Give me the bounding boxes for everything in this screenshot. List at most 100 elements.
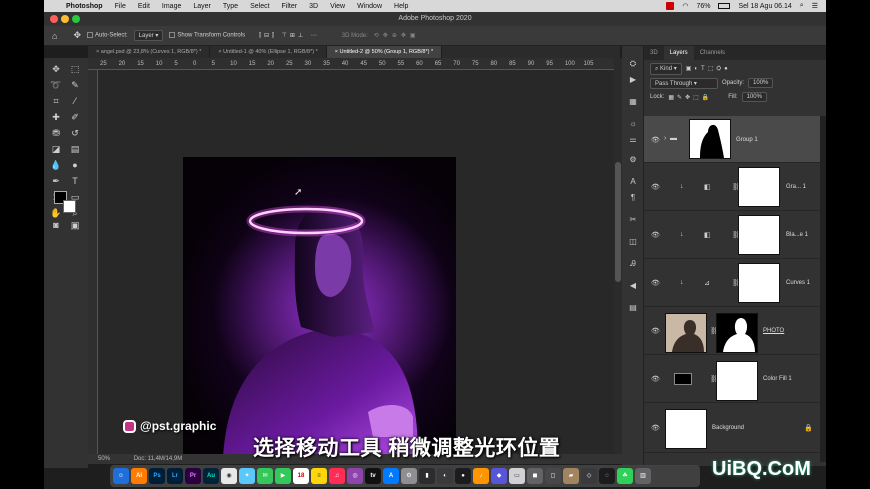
visibility-eye-icon[interactable]: 👁 <box>651 424 660 432</box>
dodge-tool-icon[interactable]: ● <box>68 158 82 172</box>
layer-name[interactable]: Group 1 <box>736 137 758 143</box>
crop-tool-icon[interactable]: ⌗ <box>49 94 63 108</box>
move-tool-icon[interactable]: ✥ <box>49 62 63 76</box>
quick-select-tool-icon[interactable]: ✎ <box>68 78 82 92</box>
actions-panel-icon[interactable]: ▶ <box>627 74 639 86</box>
menu-app-name[interactable]: Photoshop <box>60 3 109 10</box>
menubar-clock[interactable]: Sel 18 Agu 06.14 <box>738 3 791 10</box>
menu-edit[interactable]: Edit <box>132 3 156 10</box>
marquee-tool-icon[interactable]: ⬚ <box>68 62 82 76</box>
menu-image[interactable]: Image <box>156 3 187 10</box>
lightroom-icon[interactable]: Lr <box>167 468 183 484</box>
app-icon-22[interactable]: ◆ <box>491 468 507 484</box>
photo-thumbnail[interactable] <box>665 313 707 353</box>
healing-brush-icon[interactable]: ✚ <box>49 110 63 124</box>
align-icons[interactable]: ⫿⊟⫿ ⊤⊞⊥ ⋯ <box>259 32 320 40</box>
app-store-icon[interactable]: A <box>383 468 399 484</box>
chevron-right-icon[interactable]: › <box>664 135 666 142</box>
tab-3d[interactable]: 3D <box>644 46 664 60</box>
background-color-swatch[interactable] <box>63 200 76 213</box>
control-center-icon[interactable]: ☰ <box>812 2 818 10</box>
type-tool-icon[interactable]: T <box>68 174 82 188</box>
layer-row-black-white[interactable]: 👁 ↓ ◧ ⛓ Bla...e 1 <box>644 211 820 259</box>
eyedropper-tool-icon[interactable]: ⁄ <box>68 94 82 108</box>
app-icon-19[interactable]: ◐ <box>437 468 453 484</box>
menu-3d[interactable]: 3D <box>303 3 324 10</box>
layers-scrollbar[interactable] <box>820 116 826 462</box>
transform-controls-checkbox[interactable]: Show Transform Controls <box>169 32 245 39</box>
doc-size[interactable]: Doc: 11,4M/14,9M <box>134 456 183 462</box>
premiere-icon[interactable]: Pr <box>185 468 201 484</box>
gradient-tool-icon[interactable]: ▤ <box>68 142 82 156</box>
terminal-icon[interactable]: ▮ <box>419 468 435 484</box>
safari-icon[interactable]: ✦ <box>239 468 255 484</box>
layer-name[interactable]: PHOTO <box>763 328 784 334</box>
visibility-eye-icon[interactable]: 👁 <box>651 327 660 335</box>
menu-help[interactable]: Help <box>388 3 414 10</box>
app-icon-30[interactable]: ▥ <box>635 468 651 484</box>
sound-panel-icon[interactable]: ◀ <box>627 280 639 292</box>
messages-icon[interactable]: ✉ <box>257 468 273 484</box>
wifi-icon[interactable]: ◠ <box>682 2 688 10</box>
menu-type[interactable]: Type <box>217 3 244 10</box>
canvas-vertical-scrollbar[interactable] <box>614 58 622 454</box>
group-mask-thumbnail[interactable] <box>689 119 731 159</box>
app-icon-28[interactable]: ◌ <box>599 468 615 484</box>
filter-icons[interactable]: ▣◐T⬚⛭● <box>686 65 731 73</box>
tool-presets-icon[interactable]: ✂ <box>627 214 639 226</box>
auto-select-checkbox[interactable]: Auto-Select: <box>86 32 128 39</box>
layer-name[interactable]: Gra... 1 <box>786 184 806 190</box>
tab-untitled-1[interactable]: × Untitled-1 @ 40% (Ellipse 1, RGB/8*) * <box>210 46 327 58</box>
quick-mask-icon[interactable]: ◙ <box>49 218 63 232</box>
info-panel-icon[interactable]: ▦ <box>627 96 639 108</box>
notes-icon[interactable]: ≡ <box>311 468 327 484</box>
mask-thumbnail[interactable] <box>738 167 780 207</box>
layer-row-group-1[interactable]: 👁 › ▬ Group 1 <box>644 116 820 163</box>
kind-filter-dropdown[interactable]: ⌕ Kind ▾ <box>650 63 682 75</box>
calendar-icon[interactable]: 18 <box>293 468 309 484</box>
layer-row-photo[interactable]: 👁 ⛓ PHOTO <box>644 307 820 355</box>
layer-row-color-fill[interactable]: 👁 ⛓ Color Fill 1 <box>644 355 820 403</box>
history-brush-icon[interactable]: ↺ <box>68 126 82 140</box>
podcasts-icon[interactable]: ◎ <box>347 468 363 484</box>
clone-stamp-icon[interactable]: ⛃ <box>49 126 63 140</box>
visibility-eye-icon[interactable]: 👁 <box>651 183 660 191</box>
adjustments-panel-icon[interactable]: ☼ <box>627 118 639 130</box>
character-panel-icon[interactable]: A <box>627 176 639 188</box>
photoshop-icon[interactable]: Ps <box>149 468 165 484</box>
tab-untitled-2[interactable]: × Untitled-2 @ 50% (Group 1, RGB/8*) * <box>326 46 443 58</box>
layer-name[interactable]: Curves 1 <box>786 280 810 286</box>
screen-mode-icon[interactable]: ▣ <box>68 218 82 232</box>
finder-icon[interactable]: ☺ <box>113 468 129 484</box>
illustrator-icon[interactable]: Ai <box>131 468 147 484</box>
app-icon-29[interactable]: ☘ <box>617 468 633 484</box>
mask-thumbnail[interactable] <box>738 263 780 303</box>
app-icon-25[interactable]: ◻ <box>545 468 561 484</box>
record-icon[interactable] <box>666 2 675 10</box>
layer-name[interactable]: Background <box>712 425 744 431</box>
lasso-tool-icon[interactable]: ➰ <box>49 78 63 92</box>
app-icon-20[interactable]: ● <box>455 468 471 484</box>
menu-layer[interactable]: Layer <box>187 3 217 10</box>
opacity-field[interactable]: 100% <box>748 78 774 88</box>
facetime-icon[interactable]: ▶ <box>275 468 291 484</box>
canvas-scroll-thumb[interactable] <box>615 162 621 282</box>
preview-icon[interactable]: ▭ <box>509 468 525 484</box>
libraries-panel-icon[interactable]: ⚙ <box>627 154 639 166</box>
app-icon-27[interactable]: ◇ <box>581 468 597 484</box>
battery-icon[interactable] <box>718 3 731 9</box>
app-icon-21[interactable]: ♪ <box>473 468 489 484</box>
timeline-panel-icon[interactable]: ▤ <box>627 302 639 314</box>
layer-row-curves-1[interactable]: 👁 ↓ ⊿ ⛓ Curves 1 <box>644 259 820 307</box>
menu-select[interactable]: Select <box>244 3 275 10</box>
menu-view[interactable]: View <box>324 3 351 10</box>
tv-icon[interactable]: tv <box>365 468 381 484</box>
eraser-tool-icon[interactable]: ◪ <box>49 142 63 156</box>
zoom-window-button[interactable] <box>72 15 80 23</box>
history-panel-icon[interactable]: ⛭ <box>627 58 639 70</box>
visibility-eye-icon[interactable]: 👁 <box>651 136 660 144</box>
menu-filter[interactable]: Filter <box>276 3 304 10</box>
blend-mode-dropdown[interactable]: Pass Through ▾ <box>650 77 718 89</box>
auto-select-dropdown[interactable]: Layer ▾ <box>133 30 164 41</box>
fill-field[interactable]: 100% <box>741 92 767 102</box>
